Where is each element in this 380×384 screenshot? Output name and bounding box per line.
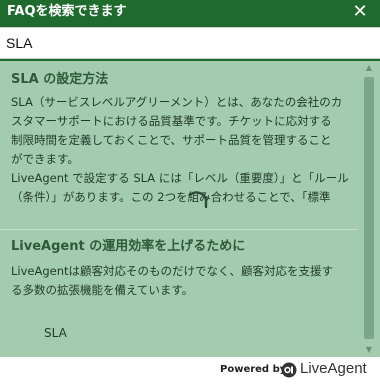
snippet-line: 制限時間を定義しておくことで、サポート品質を管理すること: [11, 133, 332, 147]
snippet-line: SLA（サービスレベルアグリーメント）とは、あなたの会社のカ: [11, 95, 343, 109]
result-title[interactable]: LiveAgent の運用効率を上げるために: [11, 238, 245, 256]
snippet-line: スタマーサポートにおける品質基準です。チケットに応対する: [11, 114, 332, 128]
widget-header: FAQを検索できます ✕: [0, 0, 380, 24]
scroll-up-icon[interactable]: ▲: [362, 61, 376, 75]
scroll-down-icon[interactable]: ▼: [362, 343, 376, 357]
snippet-line: （条件）」があります。この 2つを組み合わせることで、「標準: [11, 190, 331, 204]
powered-by-label: Powered by: [220, 364, 287, 375]
widget-title: FAQを検索できます: [7, 4, 127, 19]
scroll-thumb[interactable]: [364, 77, 374, 339]
snippet-line: る多数の拡張機能を備えています。: [11, 283, 194, 297]
snippet-line: LiveAgent で設定する SLA には「レベル（重要度）」と「ルール: [11, 171, 349, 185]
result-title[interactable]: SLA の設定方法: [11, 71, 108, 89]
snippet-line: ができます。: [11, 152, 79, 166]
widget-footer: Powered by LiveAgent: [0, 357, 380, 384]
result-item[interactable]: SLA の設定方法 SLA（サービスレベルアグリーメント）とは、あなたの会社のカ…: [0, 61, 358, 229]
loading-spinner-icon: [188, 191, 208, 209]
close-icon[interactable]: ✕: [349, 1, 371, 23]
faq-widget: FAQを検索できます ✕ SLA の設定方法 SLA（サービスレベルアグリーメン…: [0, 0, 380, 384]
result-snippet: LiveAgentは顧客対応そのものだけでなく、顧客対応を支援す る多数の拡張機…: [11, 262, 356, 300]
liveagent-logo-icon: [281, 362, 297, 378]
search-box: [0, 27, 380, 59]
results-list: SLA の設定方法 SLA（サービスレベルアグリーメント）とは、あなたの会社のカ…: [0, 61, 380, 357]
scrollbar[interactable]: ▲ ▼: [362, 61, 376, 357]
snippet-line: LiveAgentは顧客対応そのものだけでなく、顧客対応を支援す: [11, 264, 334, 278]
result-snippet: SLA（サービスレベルアグリーメント）とは、あなたの会社のカ スタマーサポートに…: [11, 93, 356, 207]
result-tag: SLA: [44, 326, 67, 340]
liveagent-brand[interactable]: LiveAgent: [300, 360, 367, 377]
search-input[interactable]: [2, 31, 362, 55]
